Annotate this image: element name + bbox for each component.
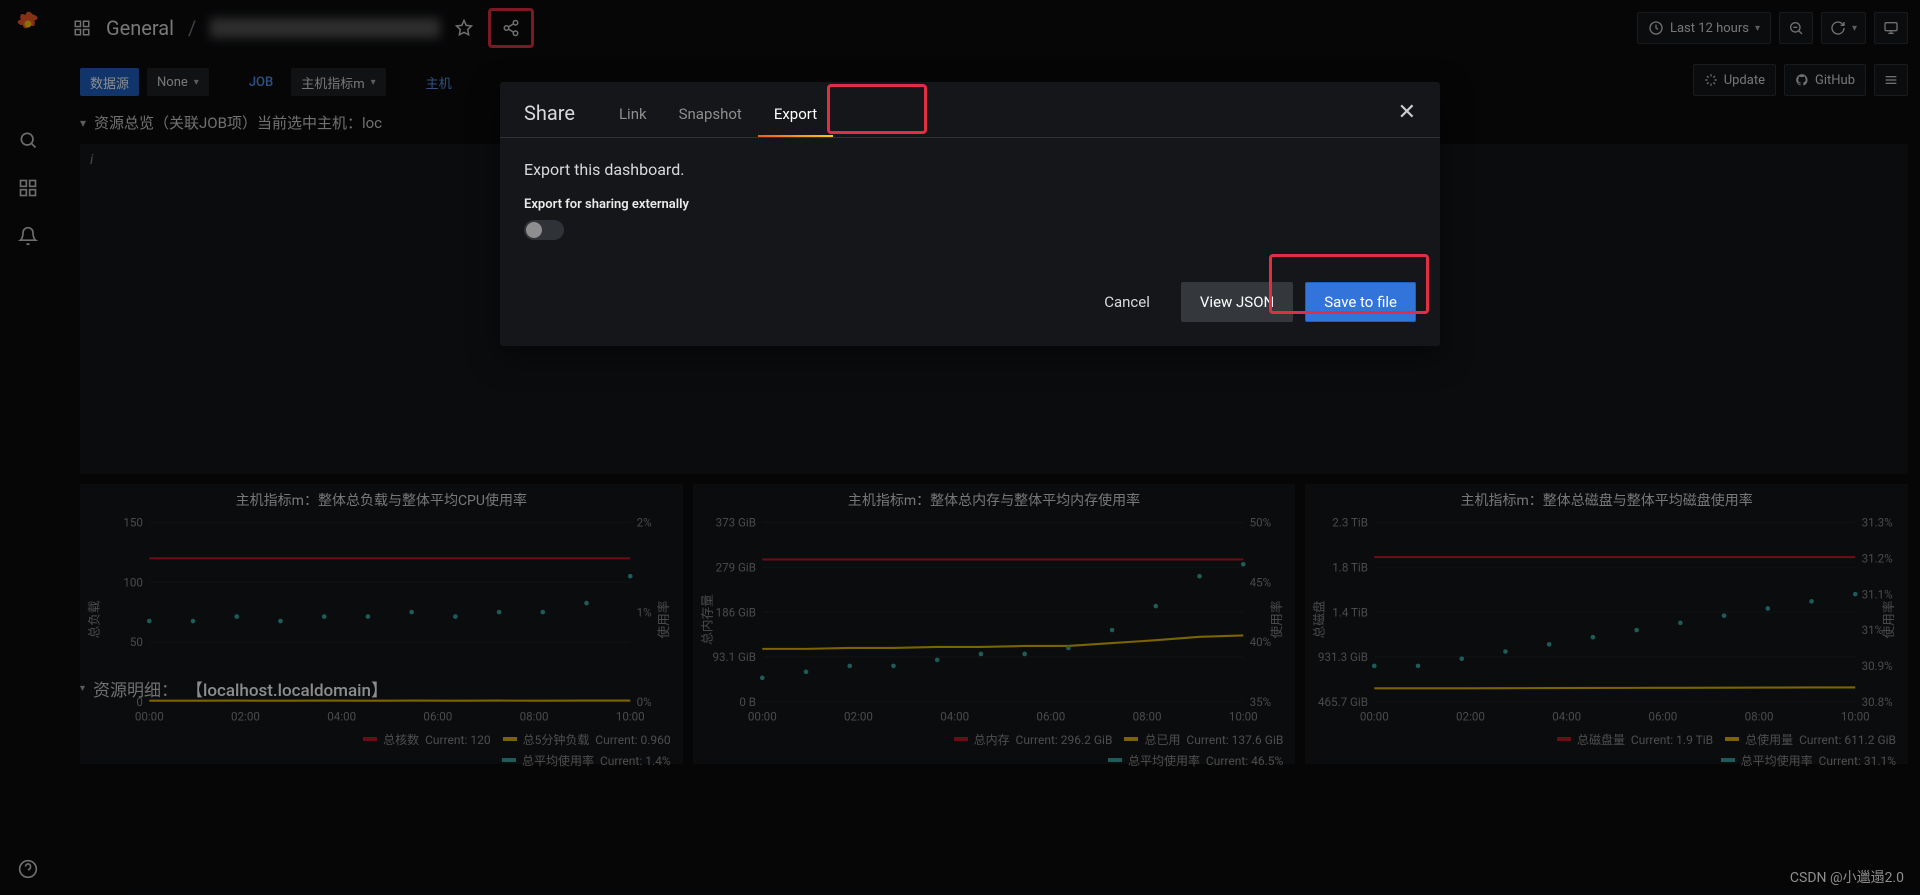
cancel-button[interactable]: Cancel	[1085, 282, 1169, 322]
tab-link[interactable]: Link	[603, 105, 663, 137]
share-modal: Share Link Snapshot Export ✕ Export this…	[500, 82, 1440, 346]
close-icon[interactable]: ✕	[1398, 100, 1416, 137]
view-json-button[interactable]: View JSON	[1181, 282, 1293, 322]
watermark: CSDN @小邋遢2.0	[1790, 867, 1904, 887]
save-to-file-button[interactable]: Save to file	[1305, 282, 1416, 322]
export-description: Export this dashboard.	[524, 160, 1416, 179]
modal-footer: Cancel View JSON Save to file	[500, 262, 1440, 346]
export-external-switch[interactable]	[524, 220, 564, 240]
tab-snapshot[interactable]: Snapshot	[663, 105, 758, 137]
modal-title: Share	[524, 101, 575, 137]
export-switch-label: Export for sharing externally	[524, 197, 1416, 212]
tab-export[interactable]: Export	[758, 105, 833, 137]
modal-body: Export this dashboard. Export for sharin…	[500, 138, 1440, 262]
modal-header: Share Link Snapshot Export ✕	[500, 82, 1440, 138]
